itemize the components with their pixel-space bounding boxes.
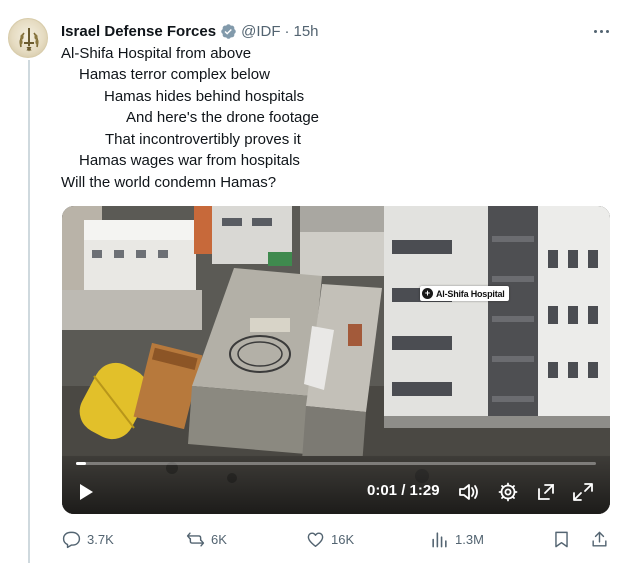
video-progress-bar[interactable]: [76, 462, 596, 465]
bookmark-button[interactable]: [552, 528, 571, 550]
more-dot-icon: [593, 29, 597, 33]
reply-icon: [62, 531, 81, 548]
views-button[interactable]: 1.3M: [430, 528, 484, 550]
idf-emblem-icon: [19, 28, 39, 52]
thread-line: [28, 60, 30, 563]
post-text-line: Will the world condemn Hamas?: [61, 174, 277, 191]
video-time-readout: 0:01 / 1:29: [367, 482, 440, 499]
post-time[interactable]: 15h: [293, 23, 318, 40]
tweet-card[interactable]: Israel Defense Forces @IDF · 15h Al-Shif…: [0, 0, 640, 563]
post-text-line: That incontrovertibly proves it: [105, 131, 301, 148]
author-name[interactable]: Israel Defense Forces: [61, 23, 216, 40]
settings-icon: [498, 482, 518, 502]
post-text-line: Hamas wages war from hospitals: [79, 152, 300, 169]
repost-icon: [186, 531, 205, 547]
video-player[interactable]: + Al-Shifa Hospital 0:01 / 1:29: [62, 206, 610, 514]
separator-dot: ·: [284, 22, 290, 40]
analytics-icon: [432, 531, 447, 547]
share-icon: [592, 531, 607, 547]
volume-icon: [459, 484, 478, 500]
like-count: 16K: [331, 531, 355, 547]
avatar[interactable]: [8, 18, 48, 58]
video-progress-fill: [76, 462, 87, 465]
heart-icon: [307, 531, 324, 547]
location-tag-label: Al-Shifa Hospital: [436, 288, 505, 299]
pop-out-icon: [538, 484, 554, 500]
settings-button[interactable]: [498, 482, 518, 502]
volume-button[interactable]: [458, 482, 480, 502]
like-button[interactable]: 16K: [306, 528, 354, 550]
fullscreen-icon: [573, 483, 593, 501]
reply-count: 3.7K: [87, 531, 114, 547]
location-pin-icon: +: [422, 288, 433, 299]
fullscreen-button[interactable]: [572, 482, 594, 502]
action-bar: 3.7K 6K 16K 1.3M: [62, 528, 610, 550]
repost-count: 6K: [211, 531, 227, 547]
share-button[interactable]: [590, 528, 609, 550]
more-dot-icon: [599, 29, 603, 33]
repost-button[interactable]: 6K: [186, 528, 227, 550]
location-tag[interactable]: + Al-Shifa Hospital: [420, 286, 509, 301]
bookmark-icon: [555, 531, 568, 547]
pop-out-button[interactable]: [536, 482, 556, 502]
video-controls: 0:01 / 1:29: [62, 454, 610, 514]
post-text-line: Al-Shifa Hospital from above: [61, 45, 252, 62]
post-text-line: Hamas terror complex below: [79, 66, 270, 83]
play-icon: [80, 484, 93, 500]
post-text-line: Hamas hides behind hospitals: [104, 88, 305, 105]
tweet-header: Israel Defense Forces @IDF · 15h: [61, 20, 319, 42]
verified-badge-icon[interactable]: [220, 23, 237, 40]
play-button[interactable]: [76, 482, 96, 502]
more-dot-icon: [605, 29, 609, 33]
author-handle[interactable]: @IDF: [241, 23, 280, 40]
post-text-line: And here's the drone footage: [126, 109, 320, 126]
reply-button[interactable]: 3.7K: [62, 528, 114, 550]
more-options-button[interactable]: [590, 22, 612, 40]
view-count: 1.3M: [455, 531, 484, 547]
